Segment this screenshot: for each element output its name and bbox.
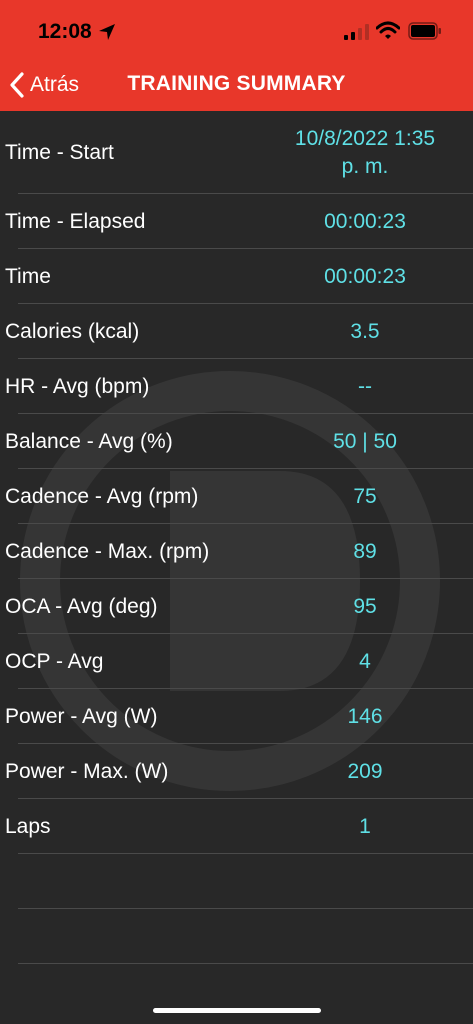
divider — [18, 963, 473, 964]
table-row: Cadence - Max. (rpm) 89 — [0, 524, 473, 579]
summary-list[interactable]: Time - Start 10/8/2022 1:35 p. m. Time -… — [0, 111, 473, 1024]
status-bar: 12:08 — [0, 0, 473, 60]
row-label: Time — [5, 264, 51, 288]
status-time: 12:08 — [38, 20, 92, 43]
table-row: OCP - Avg 4 — [0, 634, 473, 689]
empty-row — [0, 854, 473, 909]
row-label: OCP - Avg — [5, 649, 104, 673]
navigation-bar: Atrás TRAINING SUMMARY — [0, 60, 473, 111]
header: 12:08 Atrás TRAINING SUMMARY — [0, 0, 473, 111]
row-value: 209 — [347, 759, 383, 783]
row-label: Laps — [5, 814, 51, 838]
row-value: -- — [358, 374, 372, 398]
row-value: 146 — [347, 704, 383, 728]
row-value: 1 — [359, 814, 371, 838]
row-value: 95 — [353, 594, 377, 618]
row-label: Power - Max. (W) — [5, 759, 169, 783]
table-row: Laps 1 — [0, 799, 473, 854]
row-value: 10/8/2022 1:35 p. m. — [258, 125, 472, 181]
wifi-icon — [376, 21, 400, 39]
table-row: Cadence - Avg (rpm) 75 — [0, 469, 473, 524]
row-label: Power - Avg (W) — [5, 704, 158, 728]
row-label: Calories (kcal) — [5, 319, 140, 343]
row-value: 3.5 — [350, 319, 380, 343]
home-indicator[interactable] — [153, 1008, 321, 1013]
table-row: OCA - Avg (deg) 95 — [0, 579, 473, 634]
row-label: OCA - Avg (deg) — [5, 594, 158, 618]
row-value-line: 10/8/2022 1:35 — [294, 126, 436, 150]
page-title: TRAINING SUMMARY — [127, 72, 346, 95]
row-label: Time - Start — [5, 140, 114, 164]
table-row: Time - Elapsed 00:00:23 — [0, 194, 473, 249]
table-row: HR - Avg (bpm) -- — [0, 359, 473, 414]
empty-row — [0, 909, 473, 964]
row-value: 4 — [359, 649, 371, 673]
cellular-signal-icon — [344, 24, 369, 40]
row-value-line: p. m. — [341, 154, 389, 178]
row-label: Cadence - Avg (rpm) — [5, 484, 199, 508]
table-row: Power - Avg (W) 146 — [0, 689, 473, 744]
location-arrow-icon — [99, 24, 115, 40]
summary-rows: Time - Start 10/8/2022 1:35 p. m. Time -… — [0, 111, 473, 964]
row-label: Balance - Avg (%) — [5, 429, 173, 453]
row-value: 50 | 50 — [333, 429, 397, 453]
table-row: Balance - Avg (%) 50 | 50 — [0, 414, 473, 469]
table-row: Time 00:00:23 — [0, 249, 473, 304]
row-value: 75 — [353, 484, 377, 508]
table-row: Time - Start 10/8/2022 1:35 p. m. — [0, 111, 473, 194]
row-value: 00:00:23 — [324, 264, 406, 288]
table-row: Calories (kcal) 3.5 — [0, 304, 473, 359]
row-label: Time - Elapsed — [5, 209, 146, 233]
table-row: Power - Max. (W) 209 — [0, 744, 473, 799]
row-label: HR - Avg (bpm) — [5, 374, 150, 398]
battery-icon — [408, 22, 441, 40]
row-value: 89 — [353, 539, 377, 563]
row-value: 00:00:23 — [324, 209, 406, 233]
row-label: Cadence - Max. (rpm) — [5, 539, 210, 563]
